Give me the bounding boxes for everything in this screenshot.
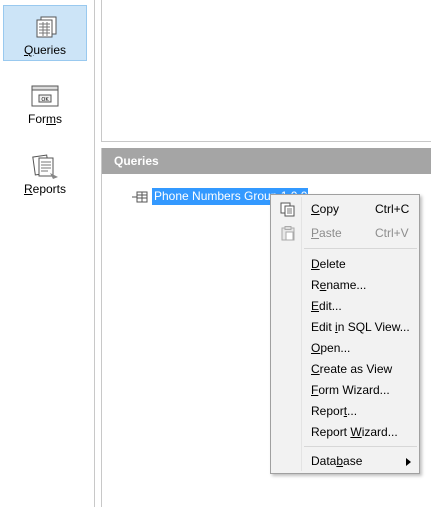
rest: elete [319, 257, 346, 271]
menu-item-shortcut: Ctrl+C [375, 202, 410, 216]
rest: izard... [361, 425, 398, 439]
sidebar-item-label: Queries [4, 43, 86, 57]
mnemonic: W [350, 425, 362, 439]
menu-item-paste[interactable]: Paste Ctrl+V [273, 223, 417, 244]
rest: reate as View [319, 362, 393, 376]
menu-item-label: Open... [311, 338, 350, 359]
mnemonic: C [311, 202, 320, 216]
menu-item-label: Report... [311, 401, 357, 422]
sidebar-item-forms[interactable]: OK Forms [3, 75, 87, 131]
menu-item-open[interactable]: Open... [273, 338, 417, 359]
pre: Report [311, 425, 351, 439]
sidebar-item-label-pre: For [28, 112, 46, 126]
mnemonic: P [311, 226, 320, 240]
menu-item-label: Rename... [311, 275, 366, 296]
menu-item-label: Copy [311, 199, 339, 220]
rest: n SQL View... [337, 320, 410, 334]
sidebar-item-label-mnemonic: m [46, 112, 56, 126]
paste-icon [281, 226, 295, 241]
menu-separator [304, 248, 417, 249]
menu-separator [304, 446, 417, 447]
left-sidebar: Queries OK Forms Reports [0, 0, 94, 507]
mnemonic: D [311, 257, 320, 271]
menu-item-rename[interactable]: Rename... [273, 275, 417, 296]
menu-item-form-wizard[interactable]: Form Wizard... [273, 380, 417, 401]
mnemonic: O [311, 341, 321, 355]
forms-icon: OK [31, 85, 59, 107]
query-icon [132, 191, 148, 203]
sidebar-item-label: Reports [3, 182, 87, 196]
pre: R [311, 278, 320, 292]
rest: aste [319, 226, 342, 240]
menu-item-label: Database [311, 451, 362, 472]
sidebar-item-label-rest: eports [32, 182, 67, 196]
rest: ase [343, 454, 363, 468]
menu-item-label: Delete [311, 254, 346, 275]
menu-item-database[interactable]: Database [273, 451, 417, 472]
rest: opy [319, 202, 340, 216]
menu-item-label: Create as View [311, 359, 392, 380]
mnemonic: E [311, 299, 320, 313]
sidebar-item-reports[interactable]: Reports [3, 145, 87, 201]
menu-item-report-wizard[interactable]: Report Wizard... [273, 422, 417, 443]
rest: pen... [320, 341, 351, 355]
menu-item-label: Edit... [311, 296, 342, 317]
menu-item-edit-in-sql-view[interactable]: Edit in SQL View... [273, 317, 417, 338]
queries-icon [36, 16, 57, 38]
rest: name... [326, 278, 367, 292]
sidebar-item-label-mnemonic: Q [23, 43, 34, 57]
sidebar-item-label-rest: s [56, 112, 62, 126]
menu-item-edit[interactable]: Edit... [273, 296, 417, 317]
menu-item-delete[interactable]: Delete [273, 254, 417, 275]
reports-icon [32, 154, 58, 179]
mnemonic: C [311, 362, 320, 376]
menu-item-shortcut: Ctrl+V [375, 226, 409, 240]
sidebar-item-label-mnemonic: R [23, 182, 33, 196]
menu-item-label: Paste [311, 223, 342, 244]
rest: orm Wizard... [318, 383, 390, 397]
forms-icon-text: OK [41, 97, 49, 103]
queries-pane-header: Queries [102, 148, 431, 174]
sidebar-item-label-rest: ueries [33, 43, 67, 57]
menu-item-label: Form Wizard... [311, 380, 390, 401]
menu-item-create-as-view[interactable]: Create as View [273, 359, 417, 380]
pre: Data [311, 454, 337, 468]
copy-icon [280, 202, 295, 217]
sidebar-item-queries[interactable]: Queries [3, 5, 87, 61]
rest: ... [347, 404, 358, 418]
pre: Edit [311, 320, 336, 334]
sidebar-item-label: Forms [3, 112, 87, 126]
menu-item-report[interactable]: Report... [273, 401, 417, 422]
rest: dit... [319, 299, 342, 313]
context-menu: Copy Ctrl+C Paste Ctrl+V Delete Rename..… [270, 194, 420, 474]
submenu-arrow-icon [406, 458, 411, 466]
pre: Repor [311, 404, 344, 418]
tasks-pane [101, 0, 431, 142]
menu-item-label: Report Wizard... [311, 422, 398, 443]
menu-item-copy[interactable]: Copy Ctrl+C [273, 199, 417, 220]
menu-item-label: Edit in SQL View... [311, 317, 410, 338]
